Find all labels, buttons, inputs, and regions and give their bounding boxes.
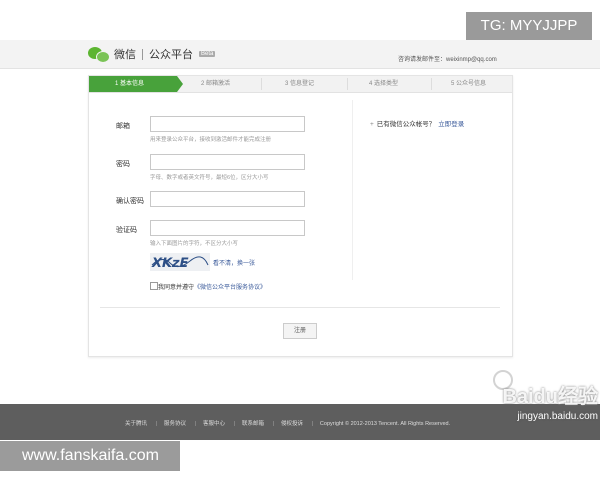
footer-copyright: Copyright © 2012-2013 Tencent. All Right… — [319, 421, 451, 427]
agree-text: 我同意并遵守《微信公众平台服务协议》 — [158, 282, 266, 291]
logo-main-text: 微信 — [114, 49, 136, 61]
captcha-graphic: XKzE — [150, 253, 210, 271]
step-1: 1 基本信息 — [89, 76, 177, 92]
footer-link-support[interactable]: 客服中心 — [203, 421, 225, 427]
register-button[interactable]: 注册 — [283, 323, 317, 339]
footer-link-infringement[interactable]: 侵权投诉 — [281, 421, 303, 427]
footer-link-about[interactable]: 关于腾讯 — [125, 421, 147, 427]
agree-prefix: 我同意并遵守 — [158, 285, 195, 291]
step-separator — [347, 78, 348, 90]
captcha-refresh-link[interactable]: 看不清，换一张 — [213, 258, 255, 267]
step-3: 3 信息登记 — [285, 81, 315, 87]
logo[interactable]: 微信 公众平台 Beta — [88, 44, 216, 64]
email-hint: 用来登录公众平台，接收到激活邮件才能完成注册 — [150, 137, 272, 143]
password-label: 密码 — [116, 161, 130, 168]
confirm-password-input[interactable] — [150, 191, 305, 207]
step-4: 4 选择类型 — [369, 81, 399, 87]
step-separator — [431, 78, 432, 90]
help-email-text: 咨询请发邮件至：weixinmp@qq.com — [398, 57, 497, 63]
step-separator — [261, 78, 262, 90]
captcha-text: XKzE — [150, 256, 190, 271]
service-agreement-link[interactable]: 《微信公众平台服务协议》 — [194, 285, 266, 291]
vertical-divider — [352, 100, 353, 280]
watermark-fanskaifa: www.fanskaifa.com — [0, 441, 180, 471]
step-2: 2 邮箱激活 — [201, 81, 231, 87]
baidu-url: jingyan.baidu.com — [517, 411, 598, 422]
form-divider — [100, 307, 500, 308]
footer-link-contact[interactable]: 联系邮箱 — [242, 421, 264, 427]
captcha-input[interactable] — [150, 220, 305, 236]
confirm-password-label: 确认密码 — [116, 198, 144, 205]
agree-checkbox[interactable] — [150, 282, 158, 290]
captcha-hint: 输入下面图片的字符，不区分大小写 — [150, 241, 239, 247]
footer-link-terms[interactable]: 服务协议 — [164, 421, 186, 427]
captcha-label: 验证码 — [116, 227, 137, 234]
captcha-image[interactable]: XKzE — [150, 253, 210, 271]
email-input[interactable] — [150, 116, 305, 132]
logo-divider — [142, 48, 143, 60]
step-arrow — [177, 76, 183, 92]
beta-badge: Beta — [199, 51, 216, 57]
has-account-text: 已有微信公众帐号？ — [376, 121, 436, 128]
wechat-logo-icon — [88, 45, 110, 63]
step-5: 5 公众号信息 — [451, 81, 487, 87]
footer-links: 关于腾讯 | 服务协议 | 客服中心 | 联系邮箱 | 侵权投诉 | Copyright … — [125, 421, 451, 427]
login-now-link[interactable]: 立即登录 — [438, 121, 464, 128]
plus-icon: + — [370, 121, 374, 128]
logo-sub-text: 公众平台 — [149, 49, 193, 61]
baidu-brand: Baidu经验 — [502, 386, 598, 408]
watermark-tg: TG: MYYJJPP — [466, 12, 592, 40]
has-account-prompt: + 已有微信公众帐号？ 立即登录 — [370, 118, 464, 128]
watermark-baidu: Baidu经验 jingyan.baidu.com — [458, 380, 598, 428]
step-progress-bar: 1 基本信息 2 邮箱激活 3 信息登记 4 选择类型 5 公众号信息 — [89, 76, 512, 93]
email-label: 邮箱 — [116, 123, 130, 130]
password-input[interactable] — [150, 154, 305, 170]
password-hint: 字母、数字或者英文符号，最短6位，区分大小写 — [150, 175, 269, 181]
